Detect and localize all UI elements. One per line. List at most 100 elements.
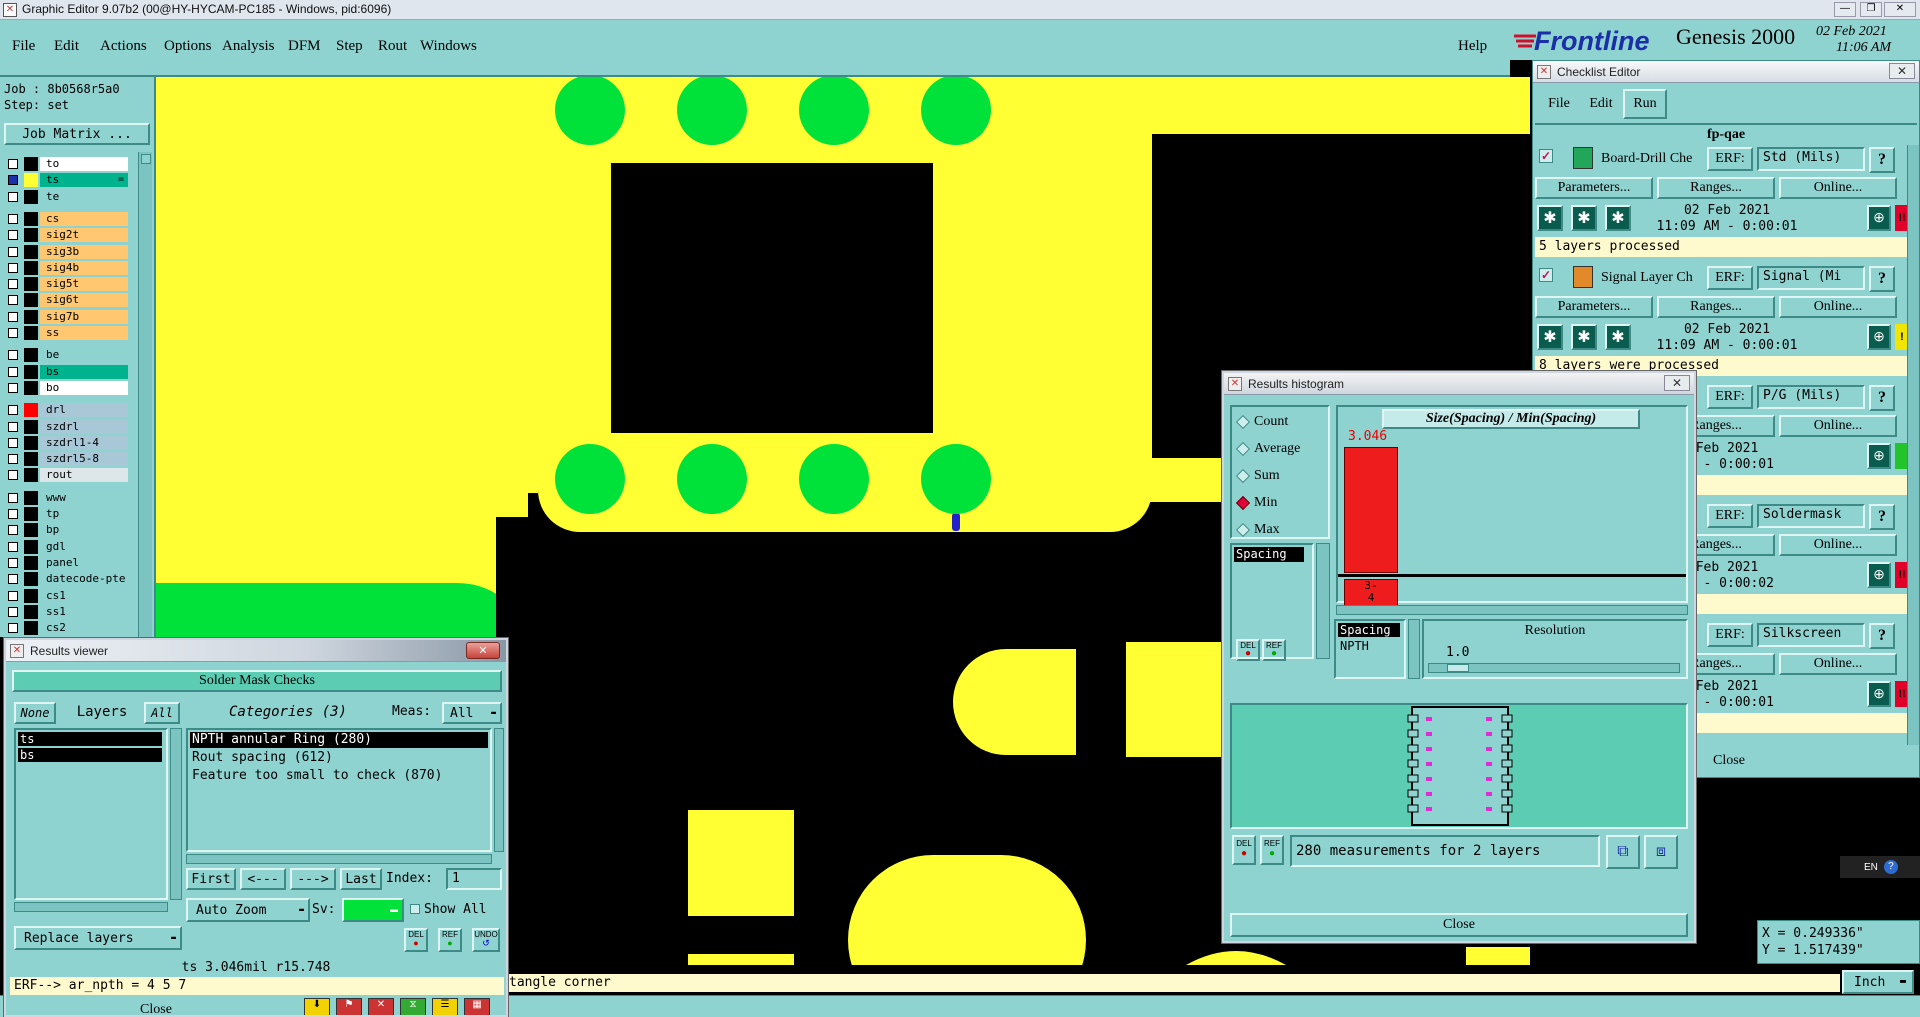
online-button[interactable]: Online... xyxy=(1779,534,1897,556)
field-list-scrollbar[interactable] xyxy=(1316,543,1330,659)
parameters-button[interactable]: Parameters... xyxy=(1535,177,1653,199)
language-indicator[interactable]: EN ? xyxy=(1840,856,1920,878)
ref-button[interactable]: REF ● xyxy=(1260,835,1284,865)
layer-color-swatch[interactable] xyxy=(24,468,38,483)
layer-color-swatch[interactable] xyxy=(24,539,38,554)
layer-color-swatch[interactable] xyxy=(24,293,38,308)
import-icon[interactable]: ⧈ xyxy=(1644,835,1678,869)
layer-list-hscroll[interactable] xyxy=(14,902,168,912)
layer-name[interactable]: bp xyxy=(40,523,128,538)
list-item[interactable]: NPTH xyxy=(1338,639,1369,653)
layer-color-swatch[interactable] xyxy=(24,419,38,434)
last-button[interactable]: Last xyxy=(340,868,382,890)
close-icon[interactable]: ✕ xyxy=(466,642,500,659)
layer-name[interactable]: drl xyxy=(40,403,128,418)
layer-row[interactable]: bs xyxy=(6,364,128,379)
auto-zoom-dropdown[interactable]: Auto Zoom ▬ xyxy=(186,898,310,922)
help-button[interactable]: ? xyxy=(1869,623,1895,649)
results-viewer-close[interactable]: Close xyxy=(106,1002,206,1015)
layer-row[interactable]: drl xyxy=(6,403,128,418)
layer-checkbox[interactable] xyxy=(8,606,18,617)
layer-row[interactable]: rout xyxy=(6,468,128,483)
layer-checkbox[interactable] xyxy=(8,454,18,465)
erf-value[interactable]: P/G (Mils) xyxy=(1757,385,1865,409)
menu-dfm[interactable]: DFM xyxy=(288,38,336,55)
run-icon[interactable]: ✱ xyxy=(1537,324,1563,350)
checklist-menu-file[interactable]: File xyxy=(1539,89,1579,119)
online-button[interactable]: Online... xyxy=(1779,415,1897,437)
layer-name[interactable]: sig2t xyxy=(40,228,128,243)
layer-checkbox[interactable] xyxy=(8,230,18,241)
erf-value[interactable]: Signal (Mi xyxy=(1757,266,1865,290)
layer-row[interactable]: bo xyxy=(6,380,128,395)
menu-options[interactable]: Options xyxy=(164,38,222,55)
layer-row[interactable]: sig3b xyxy=(6,244,128,259)
list-item[interactable]: Rout spacing (612) xyxy=(190,750,333,765)
layer-row[interactable]: ss xyxy=(6,326,128,340)
help-button[interactable]: ? xyxy=(1869,504,1895,530)
replace-layers-dropdown[interactable]: Replace layers ▬ xyxy=(14,926,182,950)
histogram-field-list[interactable]: Spacing DEL ● REF ● xyxy=(1230,543,1314,661)
close-icon[interactable]: ✕ xyxy=(1889,63,1915,79)
histogram-hscroll[interactable] xyxy=(1336,605,1688,615)
layer-color-swatch[interactable] xyxy=(24,189,38,204)
layer-checkbox[interactable] xyxy=(8,574,18,585)
menu-windows[interactable]: Windows xyxy=(420,38,480,55)
meas-dropdown[interactable]: All ▬ xyxy=(442,702,502,724)
layer-checkbox[interactable] xyxy=(8,525,18,536)
layer-checkbox[interactable] xyxy=(8,492,18,503)
ranges-button[interactable]: Ranges... xyxy=(1657,177,1775,199)
list-icon[interactable]: ☰ xyxy=(432,998,458,1015)
layer-name[interactable]: cs xyxy=(40,211,128,226)
layer-name[interactable]: ss1 xyxy=(40,604,128,619)
online-button[interactable]: Online... xyxy=(1779,296,1897,318)
online-button[interactable]: Online... xyxy=(1779,177,1897,199)
maximize-button[interactable]: ❐ xyxy=(1860,2,1882,17)
layer-name[interactable]: sig4b xyxy=(40,260,128,275)
layer-name[interactable]: cs2 xyxy=(40,621,128,636)
layer-row[interactable]: bp xyxy=(6,523,128,538)
layer-row[interactable]: tp xyxy=(6,507,128,521)
checklist-scrollbar[interactable] xyxy=(1907,145,1919,745)
layer-checkbox[interactable] xyxy=(8,175,18,186)
checklist-close-button[interactable]: Close xyxy=(1689,750,1769,772)
layer-color-swatch[interactable] xyxy=(24,403,38,418)
index-input[interactable]: 1 xyxy=(446,868,502,890)
list-item[interactable]: bs xyxy=(18,748,162,762)
layer-color-swatch[interactable] xyxy=(24,380,38,395)
menu-step[interactable]: Step xyxy=(336,38,378,55)
layer-name[interactable]: ss xyxy=(40,326,128,340)
layer-name[interactable]: sig3b xyxy=(40,244,128,259)
layer-name[interactable]: szdrl1-4 xyxy=(40,435,128,450)
list-item[interactable]: NPTH annular Ring (280) xyxy=(190,732,488,748)
layer-color-swatch[interactable] xyxy=(24,173,38,188)
layer-row[interactable]: szdrl1-4 xyxy=(6,435,128,450)
erf-value[interactable]: Silkscreen xyxy=(1757,623,1865,647)
scale-icon[interactable]: ⧖ xyxy=(400,998,426,1015)
radio-icon[interactable] xyxy=(1235,441,1251,457)
layer-checkbox[interactable] xyxy=(8,279,18,290)
units-dropdown[interactable]: Inch ▬ xyxy=(1842,970,1914,994)
ref-button[interactable]: REF ● xyxy=(438,928,462,952)
category-list-scrollbar[interactable] xyxy=(494,728,504,852)
layer-row[interactable]: be xyxy=(6,348,128,363)
layer-checkbox[interactable] xyxy=(8,541,18,552)
layer-color-swatch[interactable] xyxy=(24,309,38,324)
layer-color-swatch[interactable] xyxy=(24,452,38,467)
help-button[interactable]: ? xyxy=(1869,147,1895,173)
layer-name[interactable]: bo xyxy=(40,380,128,395)
layer-scrollbar[interactable] xyxy=(138,152,152,637)
layer-color-swatch[interactable] xyxy=(24,588,38,603)
zoom-icon[interactable]: ⊕ xyxy=(1867,681,1891,707)
layer-name[interactable]: tp xyxy=(40,507,128,521)
category-list[interactable]: NPTH annular Ring (280) Rout spacing (61… xyxy=(186,728,492,852)
undo-button[interactable]: UNDO ↺ xyxy=(472,928,500,952)
layer-name[interactable]: sig5t xyxy=(40,277,128,292)
zoom-icon[interactable]: ⊕ xyxy=(1867,562,1891,588)
layer-checkbox[interactable] xyxy=(8,350,18,361)
flag-icon[interactable]: ⚑ xyxy=(336,998,362,1015)
radio-icon[interactable] xyxy=(1235,468,1251,484)
radio-icon[interactable] xyxy=(1235,522,1251,538)
type-list-scrollbar[interactable] xyxy=(1408,619,1420,679)
histogram-type-list[interactable]: Spacing NPTH xyxy=(1334,619,1406,679)
